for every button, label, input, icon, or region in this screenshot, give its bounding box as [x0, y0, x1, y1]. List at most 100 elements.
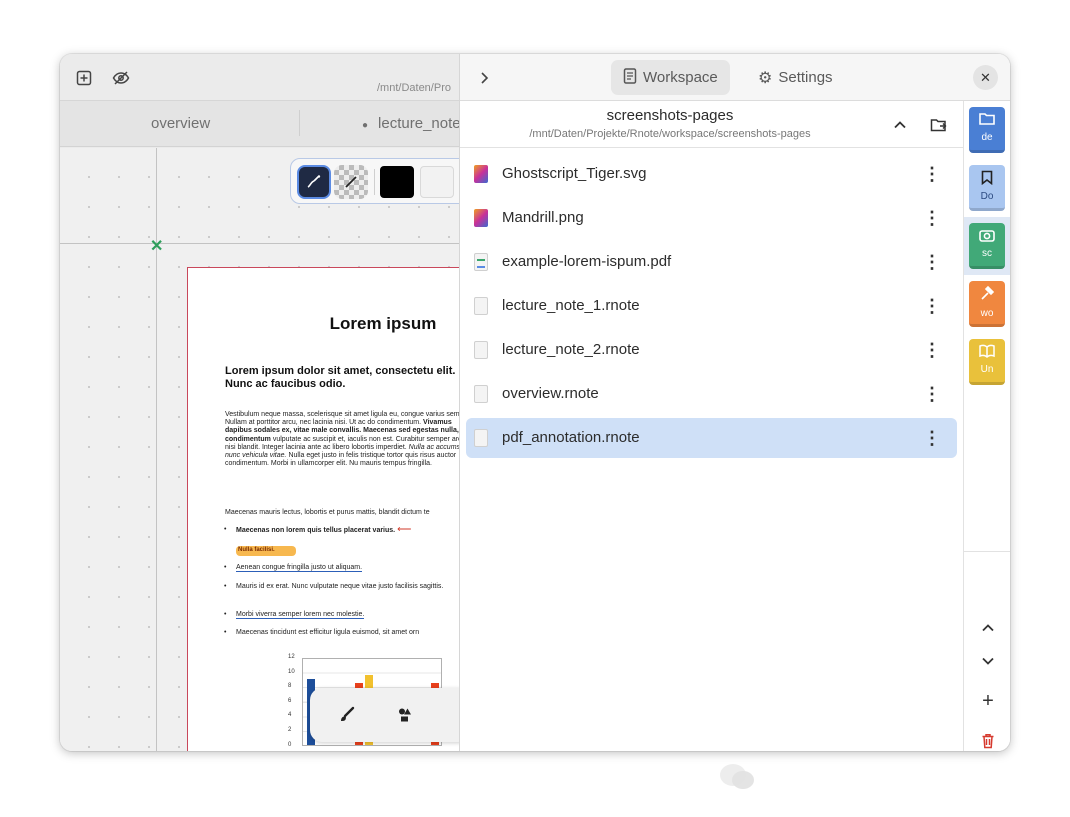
transparent-pen-button[interactable]	[334, 165, 368, 199]
file-menu-button[interactable]: ⋮	[922, 206, 942, 230]
book-icon	[969, 344, 1005, 362]
new-tab-icon[interactable]	[73, 67, 95, 89]
list-item: • Maecenas tincidunt est efficitur ligula…	[224, 629, 420, 636]
gear-icon: ⚙	[758, 69, 773, 87]
list-item: • Maecenas non lorem quis tellus placerat…	[224, 524, 412, 535]
color-swatch-white[interactable]	[420, 166, 454, 198]
modified-dot-icon: ●	[362, 120, 369, 131]
document-tabs: overview ● lecture_note	[60, 101, 461, 147]
highlight-text: Nulla facilisi.	[238, 547, 275, 553]
directory-up-button[interactable]	[888, 113, 912, 137]
workspace-item-wo[interactable]: wo	[969, 281, 1005, 327]
chart-tick-label: 12	[288, 654, 295, 660]
bookmark-icon	[969, 170, 1005, 189]
document-file-icon	[474, 429, 488, 447]
toolbar-separator	[374, 169, 375, 195]
list-item[interactable]: Mandrill.png ⋮	[466, 198, 957, 238]
sidebar-panel: Workspace ⚙ Settings ✕ screenshots-pages…	[459, 54, 1010, 751]
tab-settings[interactable]: ⚙ Settings	[746, 60, 845, 95]
list-item: • Aenean congue fringilla justo ut aliqua…	[224, 564, 363, 572]
canvas-pane: /mnt/Daten/Pro overview ● lecture_note ✕ …	[60, 54, 477, 751]
tab-overview[interactable]: overview	[151, 101, 210, 147]
add-workspace-button[interactable]: +	[976, 689, 1000, 713]
shapes-icon[interactable]	[392, 702, 418, 728]
page-subtitle: Lorem ipsum dolor sit amet, consectetu e…	[225, 365, 456, 390]
page-title: Lorem ipsum	[329, 314, 437, 333]
workspace-item-sc[interactable]: sc	[969, 223, 1005, 269]
page-paragraph-2: Maecenas mauris lectus, lobortis et puru…	[225, 509, 430, 516]
delete-workspace-button[interactable]	[976, 729, 1000, 751]
workspace-label: Do	[980, 191, 994, 202]
chart-tick-label: 0	[288, 741, 292, 748]
collapse-sidebar-button[interactable]	[472, 66, 496, 90]
hammer-icon	[969, 285, 1005, 306]
open-folder-button[interactable]	[927, 113, 951, 137]
list-item[interactable]: overview.rnote ⋮	[466, 374, 957, 414]
list-item[interactable]: example-lorem-ispum.pdf ⋮	[466, 242, 957, 282]
chart-tick-label: 8	[288, 683, 292, 690]
workspace-label: Un	[980, 364, 994, 375]
brush-icon[interactable]	[334, 702, 360, 728]
tab-separator	[299, 110, 300, 136]
brush-style-button[interactable]	[297, 165, 331, 199]
workspace-rail: de Do sc wo Un +	[963, 101, 1010, 751]
tab-lecture-note[interactable]: ● lecture_note	[362, 101, 461, 147]
workspace-path: /mnt/Daten/Projekte/Rnote/workspace/scre…	[529, 128, 811, 140]
pdf-file-icon	[474, 253, 488, 271]
workspace-item-de[interactable]: de	[969, 107, 1005, 153]
chart-tick-label: 4	[288, 712, 292, 719]
workspace-name: screenshots-pages	[606, 107, 734, 124]
pen-style-toolbar	[290, 158, 470, 204]
image-file-icon	[474, 165, 488, 183]
workspace-label: wo	[980, 308, 994, 319]
sidebar-header: Workspace ⚙ Settings ✕	[460, 54, 1010, 101]
file-menu-button[interactable]: ⋮	[922, 294, 942, 318]
chart-tick-label: 2	[288, 727, 292, 733]
file-menu-button[interactable]: ⋮	[922, 250, 942, 274]
document-file-icon	[474, 297, 488, 315]
chart-tick-label: 6	[288, 697, 292, 704]
origin-cross-icon: ✕	[150, 238, 164, 255]
list-item[interactable]: lecture_note_1.rnote ⋮	[466, 286, 957, 326]
document-file-icon	[474, 341, 488, 359]
color-swatch-black[interactable]	[380, 166, 414, 198]
list-item[interactable]: lecture_note_2.rnote ⋮	[466, 330, 957, 370]
file-menu-button[interactable]: ⋮	[922, 426, 942, 450]
watermark	[718, 752, 1048, 802]
close-icon[interactable]: ✕	[973, 65, 998, 90]
drawing-canvas[interactable]: ✕ Lorem ipsum Lorem ipsum dolor sit amet…	[60, 148, 477, 751]
move-down-button[interactable]	[976, 649, 1000, 673]
rail-separator	[964, 551, 1010, 552]
list-item: • Morbi viverra semper lorem nec molestie…	[224, 611, 365, 619]
pdf-page: Lorem ipsum Lorem ipsum dolor sit amet, …	[187, 267, 477, 751]
tool-toolbar	[310, 688, 470, 742]
list-item-selected[interactable]: pdf_annotation.rnote ⋮	[466, 418, 957, 458]
workspace-item-do[interactable]: Do	[969, 165, 1005, 211]
file-list: Ghostscript_Tiger.svg ⋮ Mandrill.png ⋮ e…	[466, 154, 957, 462]
annotation-arrow: ⟵	[397, 524, 412, 535]
hide-icon[interactable]	[110, 67, 132, 89]
folder-icon	[969, 112, 1005, 130]
workspace-label: de	[981, 132, 993, 143]
app-window: /mnt/Daten/Pro overview ● lecture_note ✕ …	[60, 54, 1010, 751]
file-menu-button[interactable]: ⋮	[922, 162, 942, 186]
document-file-icon	[474, 385, 488, 403]
canvas-guide-horizontal	[60, 243, 460, 244]
chat-icon	[720, 764, 754, 789]
chart-tick-label: 10	[288, 668, 295, 675]
header-bar: /mnt/Daten/Pro	[60, 54, 460, 101]
tab-workspace[interactable]: Workspace	[611, 60, 730, 95]
camera-icon	[969, 228, 1005, 246]
image-file-icon	[474, 209, 488, 227]
file-menu-button[interactable]: ⋮	[922, 382, 942, 406]
workspace-header: screenshots-pages /mnt/Daten/Projekte/Rn…	[460, 101, 963, 148]
list-item: • Mauris id ex erat. Nunc vulputate neque…	[224, 583, 444, 590]
move-up-button[interactable]	[976, 616, 1000, 640]
workspace-item-un[interactable]: Un	[969, 339, 1005, 385]
workspace-label: sc	[982, 248, 992, 259]
file-menu-button[interactable]: ⋮	[922, 338, 942, 362]
document-icon	[623, 67, 637, 88]
document-path: /mnt/Daten/Pro	[377, 82, 451, 94]
page-paragraph-1: Vestibulum neque massa, scelerisque sit …	[225, 411, 475, 468]
list-item[interactable]: Ghostscript_Tiger.svg ⋮	[466, 154, 957, 194]
